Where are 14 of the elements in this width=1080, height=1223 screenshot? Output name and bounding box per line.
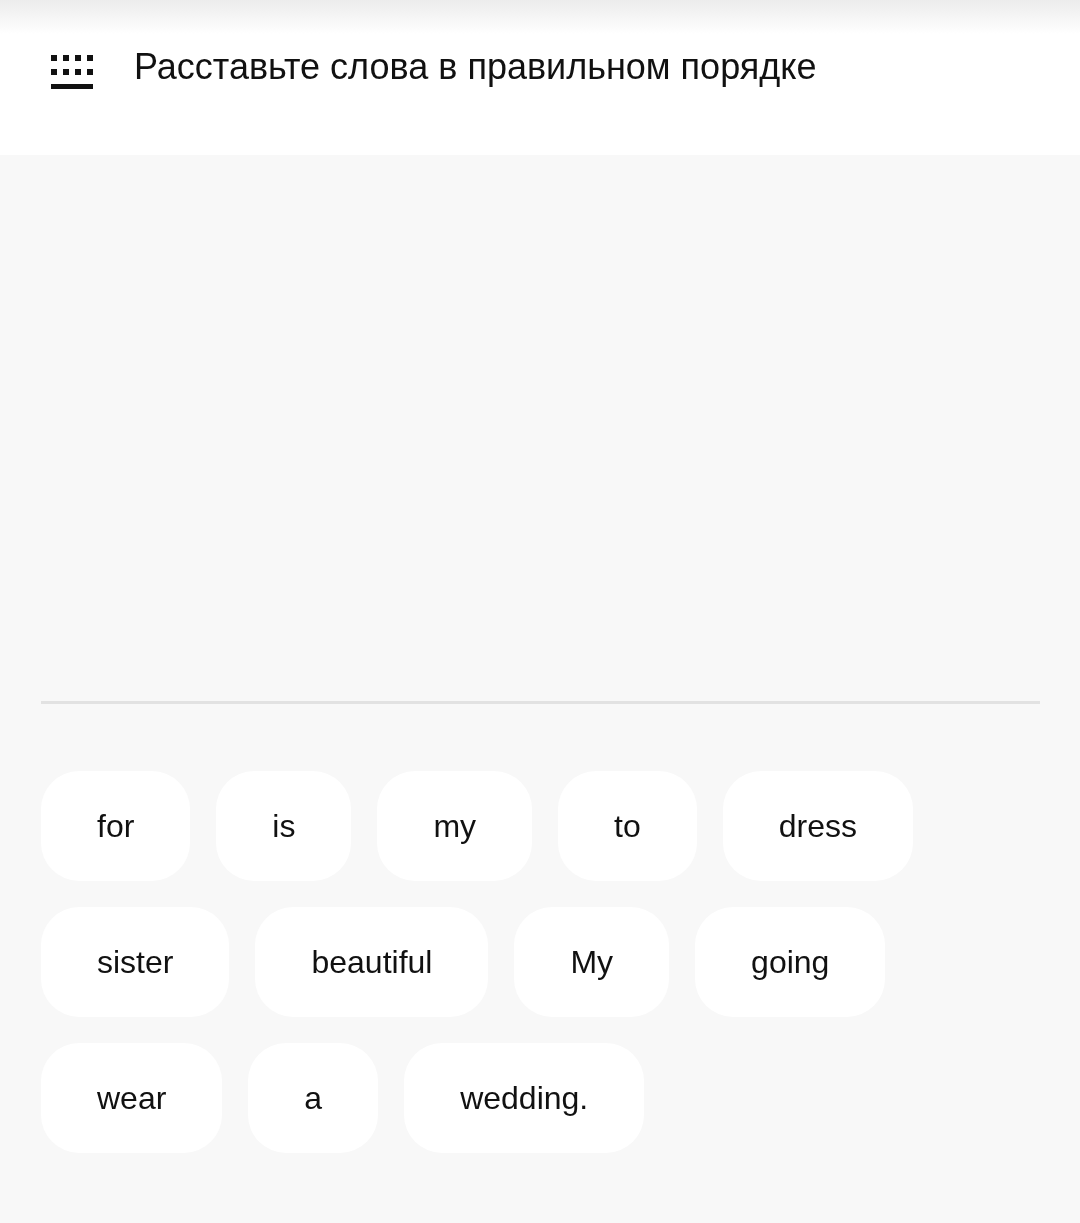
- word-chip[interactable]: beautiful: [255, 907, 489, 1017]
- word-chip[interactable]: is: [216, 771, 352, 881]
- word-chip[interactable]: for: [41, 771, 191, 881]
- word-chip[interactable]: wedding.: [404, 1043, 645, 1153]
- word-chip[interactable]: My: [514, 907, 670, 1017]
- word-chip[interactable]: to: [558, 771, 697, 881]
- word-chip[interactable]: sister: [41, 907, 230, 1017]
- word-chip[interactable]: my: [377, 771, 533, 881]
- task-title: Расставьте слова в правильном порядке: [134, 46, 817, 88]
- word-chip[interactable]: wear: [41, 1043, 223, 1153]
- word-chip[interactable]: dress: [722, 771, 914, 881]
- keyboard-icon[interactable]: [51, 55, 93, 89]
- word-chip[interactable]: going: [695, 907, 886, 1017]
- word-chip[interactable]: a: [248, 1043, 379, 1153]
